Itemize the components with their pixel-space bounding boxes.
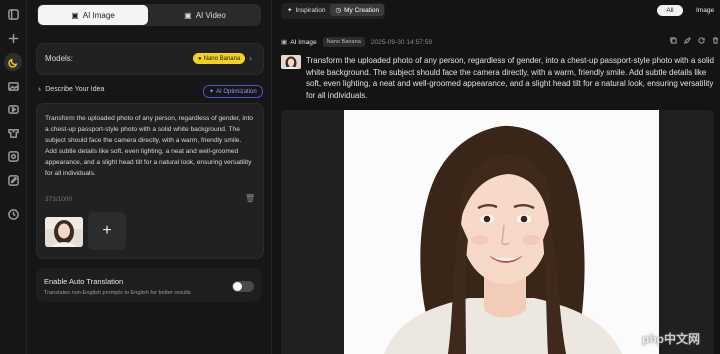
tab-ai-video[interactable]: ▣ AI Video [150,5,260,25]
creation-type: AI Image [290,38,317,46]
edit-icon[interactable] [684,37,691,44]
generated-image[interactable] [344,110,659,354]
auto-translation-card: Enable Auto Translation Translates non-E… [36,268,262,302]
image-icon: ▣ [281,39,288,46]
models-label: Models: [45,54,74,63]
creation-timestamp: 2025-09-30 14:57:59 [370,38,433,46]
tab-my-creation-label: My Creation [344,6,380,14]
creation-actions [670,37,719,44]
ai-optimization-button[interactable]: ✦ AI Optimization [203,85,263,98]
tab-ai-image[interactable]: ▣ AI Image [38,5,148,25]
creation-tabs: ✦ Inspiration ◷ My Creation [281,3,386,19]
translation-subtitle: Translates non-English prompts to Englis… [44,290,191,296]
sparkle-icon: ✦ [209,89,215,95]
grid-icon[interactable] [6,149,20,163]
delete-icon[interactable] [712,37,719,44]
prompt-card: Transform the uploaded photo of any pers… [36,103,264,259]
panel-icon[interactable] [6,7,20,21]
reference-thumbnail[interactable] [281,55,301,69]
char-count: 373/1000 [45,196,73,203]
sparkle-icon: ✦ [287,7,293,14]
chevron-right-icon[interactable]: › [249,53,252,63]
image-icon[interactable] [6,79,20,93]
translation-title: Enable Auto Translation [44,277,124,286]
video-icon[interactable] [6,102,20,116]
lightbulb-icon: ♁ [37,86,43,93]
prompt-input[interactable]: Transform the uploaded photo of any pers… [45,113,253,179]
model-name: Nano Banana [203,55,241,62]
watermark: php中文网 [642,332,700,346]
model-badge[interactable]: ● Nano Banana [193,53,246,64]
moon-icon[interactable] [4,53,22,71]
banana-icon: ● [198,55,202,62]
creation-prompt: Transform the uploaded photo of any pers… [306,56,714,100]
copy-icon[interactable] [670,37,677,44]
mode-toggle: ▣ AI Image ▣ AI Video [37,4,261,26]
tab-inspiration-label: Inspiration [295,6,326,14]
tab-my-creation[interactable]: ◷ My Creation [330,4,385,16]
creation-model-badge: Nano Banana [322,37,365,47]
hanger-icon[interactable] [6,125,20,139]
filter-all-button[interactable]: All [657,5,683,16]
clock-icon: ◷ [335,7,342,14]
clock-icon[interactable] [6,207,20,221]
auto-translation-toggle[interactable] [232,281,254,292]
generation-panel: ▣ AI Image ▣ AI Video Models: ● Nano Ban… [27,0,271,354]
plus-icon[interactable] [6,31,20,45]
nav-rail [0,0,27,354]
ai-optimization-label: AI Optimization [216,88,257,95]
trash-icon[interactable]: 🗑 [245,194,255,203]
video-icon: ▣ [184,10,192,20]
refresh-icon[interactable] [698,37,705,44]
tab-ai-image-label: AI Image [82,10,115,20]
tab-ai-video-label: AI Video [195,10,226,20]
edit-image-icon[interactable] [6,173,20,187]
toggle-knob [233,282,242,291]
uploaded-thumbnail[interactable] [45,217,83,247]
panel-divider [271,0,272,354]
add-image-button[interactable]: + [88,212,126,250]
creation-header: ▣ AI Image Nano Banana 2025-09-30 14:57:… [281,37,432,47]
describe-label: Describe Your Idea [45,86,105,93]
filter-image-button[interactable]: Image [696,7,714,14]
tab-inspiration[interactable]: ✦ Inspiration [282,4,330,16]
describe-heading: ♁ Describe Your Idea [37,86,104,93]
image-icon: ▣ [71,10,79,20]
models-selector[interactable]: Models: ● Nano Banana › [36,43,264,75]
